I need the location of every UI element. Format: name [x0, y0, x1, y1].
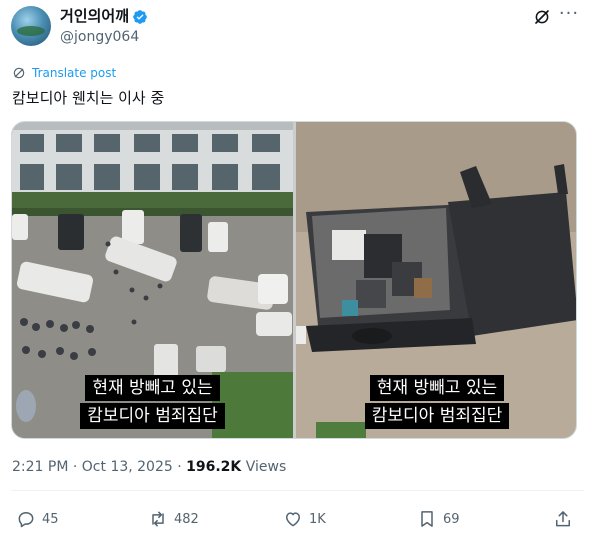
views-label: Views	[245, 459, 287, 475]
meta-separator: ·	[72, 459, 78, 475]
verified-badge-icon[interactable]	[132, 9, 148, 25]
like-count: 1K	[309, 511, 326, 527]
translate-label: Translate post	[32, 66, 117, 80]
divider	[11, 490, 584, 491]
more-icon[interactable]: ···	[557, 5, 581, 26]
media-photo-parking-lot[interactable]: 현재 방빼고 있는 캄보디아 범죄집단	[12, 122, 293, 438]
caption-right-line2: 캄보디아 범죄집단	[364, 403, 510, 429]
like-icon	[286, 512, 300, 527]
caption-right-line1: 현재 방빼고 있는	[369, 375, 505, 401]
tweet-date[interactable]: Oct 13, 2025	[82, 459, 173, 475]
bookmark-button[interactable]: 69	[417, 508, 460, 530]
reply-button[interactable]: 45	[16, 508, 59, 530]
reply-icon	[18, 512, 34, 528]
repost-icon	[152, 511, 164, 527]
share-button[interactable]	[553, 508, 579, 530]
like-button[interactable]: 1K	[283, 508, 326, 530]
translate-post[interactable]: Translate post	[12, 64, 116, 82]
caption-left: 현재 방빼고 있는 캄보디아 범죄집단	[12, 374, 293, 430]
bookmark-icon	[421, 511, 433, 527]
handle[interactable]: @jongy064	[60, 28, 139, 46]
avatar[interactable]	[11, 6, 51, 46]
media-grid: 현재 방빼고 있는 캄보디아 범죄집단 현재 방빼고 있는 캄보디아 범죄집단	[11, 121, 577, 439]
translate-icon	[13, 67, 25, 79]
media-photo-pickup-truck[interactable]: 현재 방빼고 있는 캄보디아 범죄집단	[296, 122, 576, 438]
display-name[interactable]: 거인의어깨	[60, 6, 129, 26]
bookmark-count: 69	[443, 511, 460, 527]
caption-left-line1: 현재 방빼고 있는	[85, 375, 220, 401]
repost-button[interactable]: 482	[148, 508, 199, 530]
caption-left-line2: 캄보디아 범죄집단	[80, 403, 225, 429]
caption-right: 현재 방빼고 있는 캄보디아 범죄집단	[296, 374, 576, 430]
grok-icon[interactable]	[533, 8, 551, 26]
views-count: 196.2K	[186, 459, 242, 475]
reply-count: 45	[42, 511, 59, 527]
meta-separator-2: ·	[177, 459, 182, 475]
tweet-time[interactable]: 2:21 PM	[12, 459, 68, 475]
tweet-text: 캄보디아 웬치는 이사 중	[12, 89, 165, 107]
share-icon	[556, 511, 570, 527]
repost-count: 482	[174, 511, 199, 527]
tweet-meta: 2:21 PM · Oct 13, 2025 · 196.2K Views	[12, 458, 286, 476]
tweet: 거인의어깨 @jongy064 ··· Translate post 캄보디아 …	[0, 0, 595, 542]
